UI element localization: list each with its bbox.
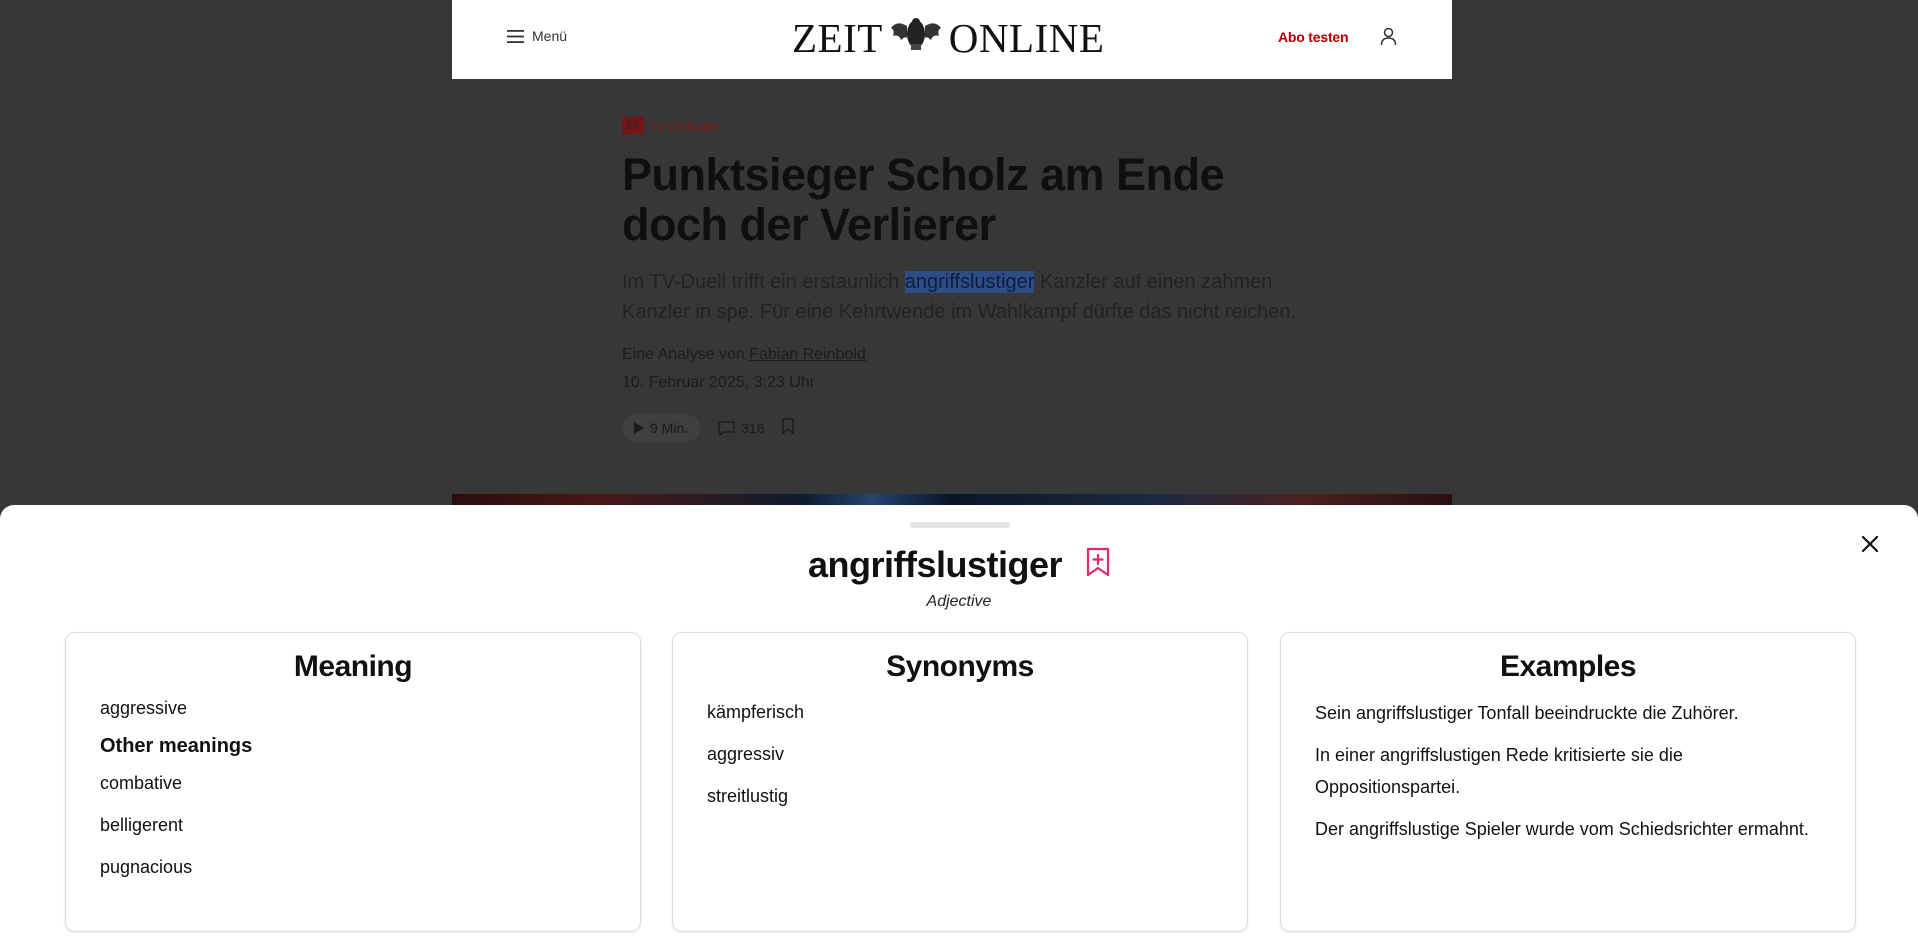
byline-prefix: Eine Analyse von: [622, 346, 750, 363]
listen-button[interactable]: 9 Min.: [622, 414, 701, 442]
other-meaning-item: belligerent: [100, 815, 184, 835]
article-actions: 9 Min. 316: [622, 414, 795, 442]
menu-label: Menü: [532, 28, 568, 44]
play-icon: [634, 422, 644, 434]
sheet-drag-handle[interactable]: [910, 522, 1010, 528]
bookmark-article-icon[interactable]: [782, 417, 795, 439]
synonym-item: aggressiv: [707, 744, 785, 764]
other-meanings-title: Other meanings: [100, 735, 253, 757]
listen-duration: 9 Min.: [650, 420, 689, 436]
site-header: Menü ZEIT ONLINE Abo testen: [452, 0, 1452, 79]
synonyms-title: Synonyms: [886, 650, 1034, 683]
dictionary-sheet: angriffslustiger Adjective Meaning aggre…: [0, 505, 1918, 940]
bookmark-add-icon[interactable]: [1086, 544, 1110, 586]
comment-icon: [718, 420, 735, 436]
example-sentence: In einer angriffslustigen Rede kritisier…: [1315, 745, 1683, 797]
primary-meaning: aggressive: [100, 698, 188, 718]
article-lead: Im TV-Duell trifft ein erstaunlich angri…: [622, 267, 1302, 327]
word-heading: angriffslustiger: [0, 544, 1918, 586]
hamburger-icon: [507, 29, 524, 43]
synonyms-card: Synonyms kämpferisch aggressiv streitlus…: [672, 632, 1248, 932]
other-meaning-item: pugnacious: [100, 857, 193, 877]
meaning-card: Meaning aggressive Other meanings combat…: [65, 632, 641, 932]
part-of-speech: Adjective: [926, 593, 992, 610]
subscribe-link[interactable]: Abo testen: [1278, 29, 1349, 45]
synonym-item: streitlustig: [707, 786, 789, 806]
byline: Eine Analyse von Fabian Reinbold: [622, 346, 866, 364]
article-headline: Punktsieger Scholz am Ende doch der Verl…: [622, 149, 1225, 250]
examples-title: Examples: [1499, 650, 1637, 683]
account-icon[interactable]: [1380, 27, 1397, 51]
lead-text-before: Im TV-Duell trifft ein erstaunlich: [622, 271, 905, 293]
article-kicker[interactable]: Z+ TV-Debatte: [622, 117, 719, 134]
comment-count: 316: [741, 420, 765, 436]
other-meaning-item: combative: [100, 773, 183, 793]
logo-text-right: ONLINE: [948, 15, 1105, 61]
examples-card: Examples Sein angriffslustiger Tonfall b…: [1280, 632, 1856, 932]
comments-link[interactable]: 316: [718, 420, 764, 436]
meaning-title: Meaning: [293, 650, 413, 683]
eagle-emblem-icon: [889, 14, 943, 62]
kicker-label: TV-Debatte: [648, 117, 719, 134]
publish-date: 10. Februar 2025, 3:23 Uhr: [622, 374, 816, 391]
synonym-item: kämpferisch: [707, 702, 805, 722]
zeit-online-logo[interactable]: ZEIT ONLINE: [792, 14, 1105, 62]
menu-button[interactable]: Menü: [507, 28, 567, 44]
zplus-badge: Z+: [622, 117, 644, 134]
example-sentence: Der angriffslustige Spieler wurde vom Sc…: [1315, 819, 1809, 839]
selected-word-highlight[interactable]: angriffslustiger: [904, 271, 1035, 293]
word-text: angriffslustiger: [807, 544, 1063, 585]
example-sentence: Sein angriffslustiger Tonfall beeindruck…: [1315, 703, 1739, 723]
logo-text-left: ZEIT: [792, 15, 883, 61]
author-link[interactable]: Fabian Reinbold: [749, 346, 866, 363]
